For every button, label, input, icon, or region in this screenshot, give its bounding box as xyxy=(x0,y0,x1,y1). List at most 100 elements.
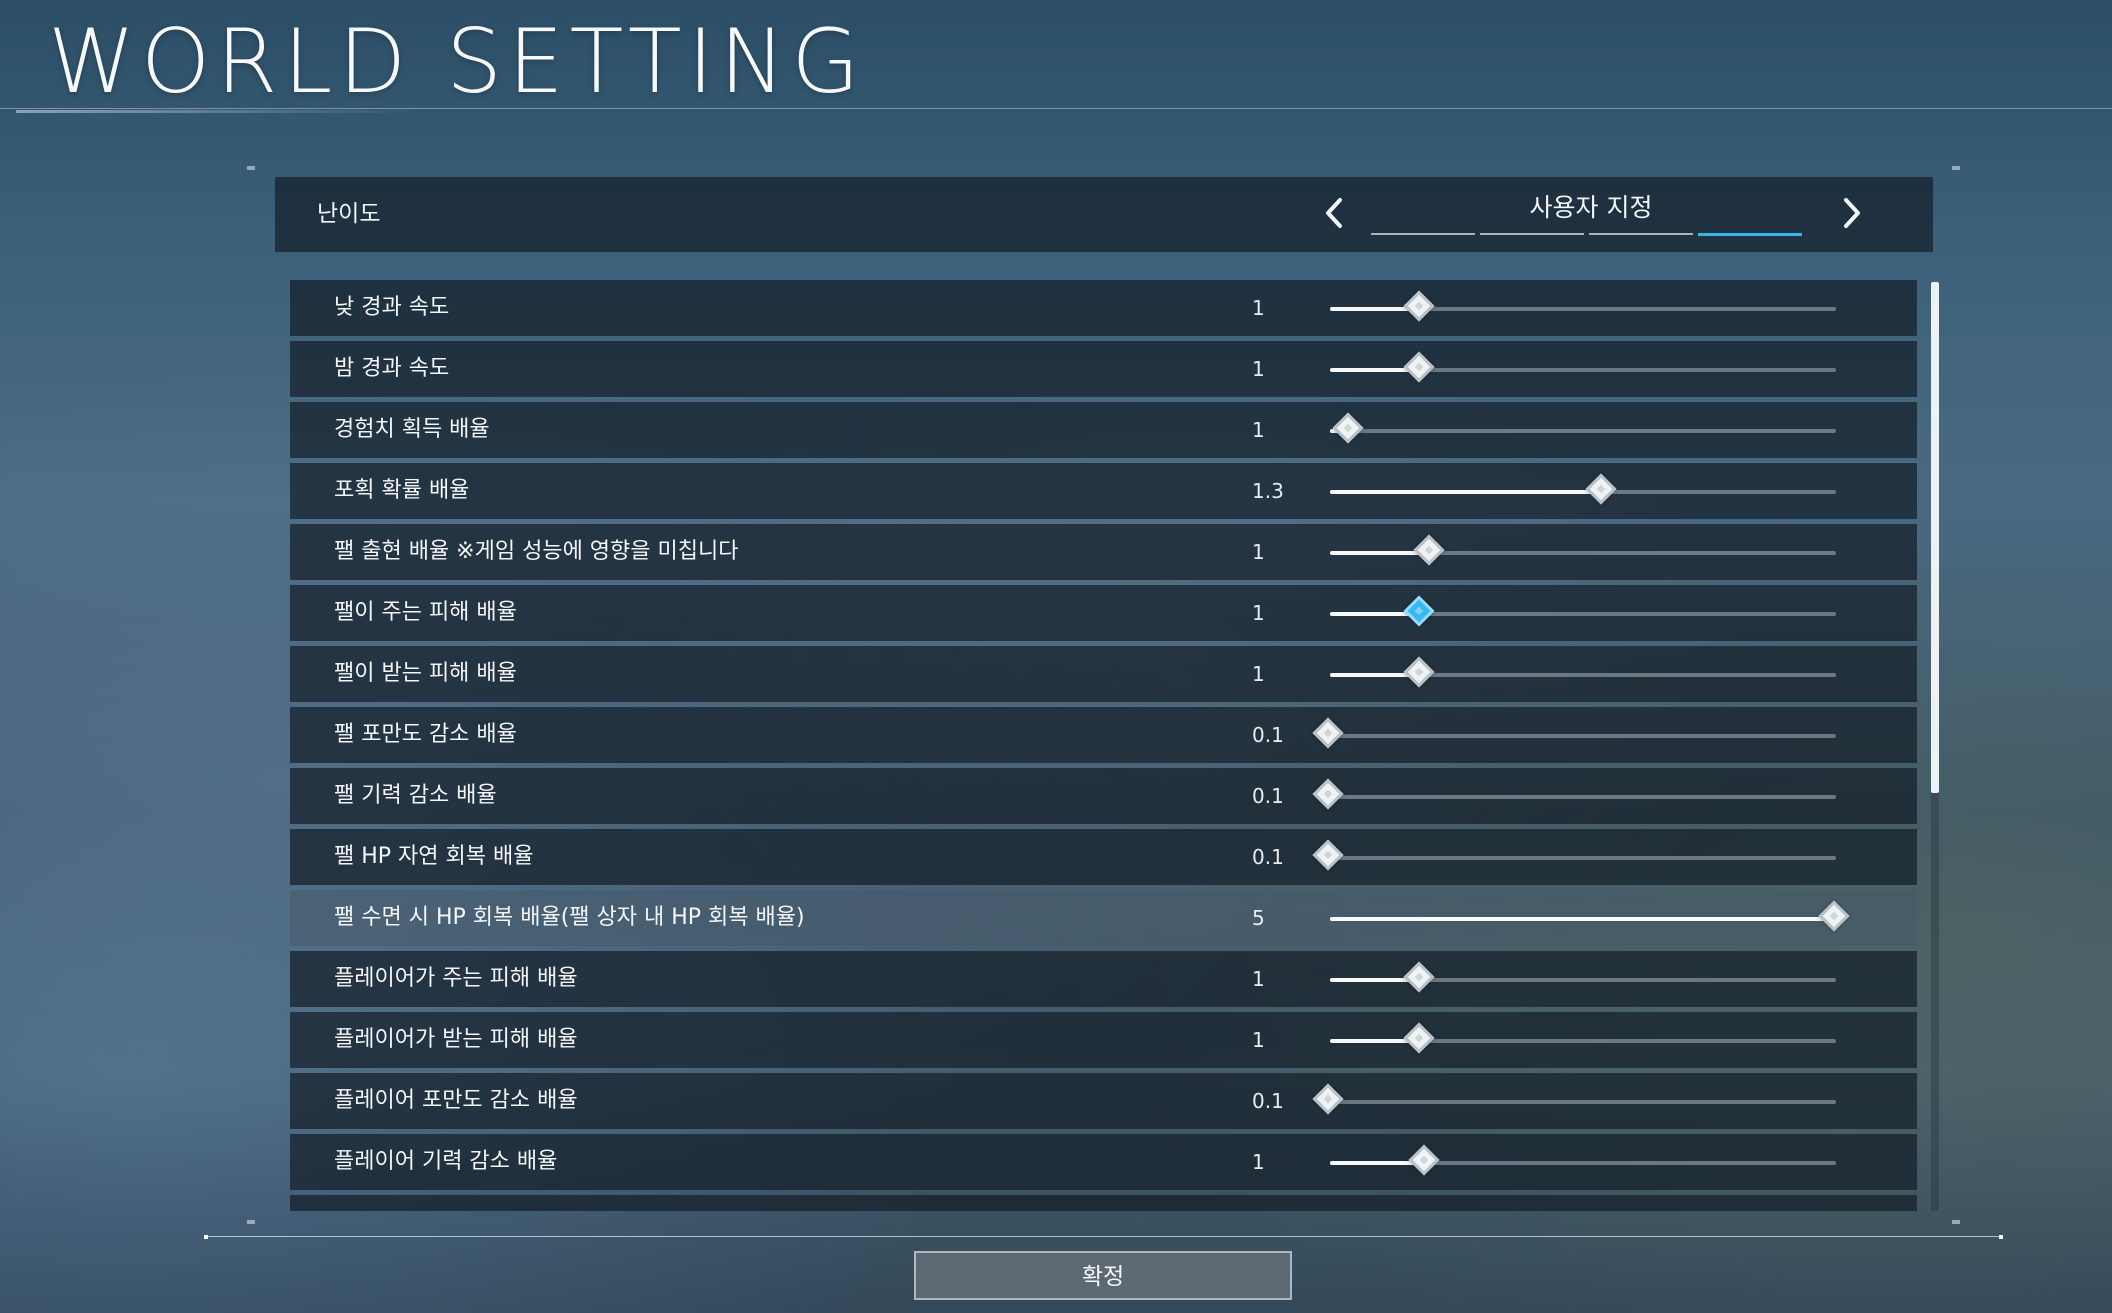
setting-label: 플레이어 포만도 감소 배율 xyxy=(334,1088,578,1113)
setting-slider[interactable] xyxy=(1312,1083,1836,1115)
chevron-left-icon[interactable] xyxy=(1320,195,1348,231)
setting-row: 팰 출현 배율 ※게임 성능에 영향을 미칩니다 1 xyxy=(290,524,1917,580)
setting-slider[interactable] xyxy=(1330,595,1836,627)
setting-row: 밤 경과 속도 1 xyxy=(290,341,1917,397)
setting-slider[interactable] xyxy=(1312,778,1836,810)
footer-divider xyxy=(205,1236,2002,1237)
footer-divider-end-right xyxy=(1999,1235,2003,1239)
setting-slider[interactable] xyxy=(1330,473,1836,505)
setting-value: 1.3 xyxy=(1252,479,1284,503)
setting-row: 플레이어 기력 감소 배율 1 xyxy=(290,1134,1917,1190)
slider-fill xyxy=(1330,490,1604,494)
slider-knob-focused[interactable] xyxy=(1403,595,1435,627)
header-divider-accent xyxy=(16,110,416,113)
slider-knob[interactable] xyxy=(1403,290,1435,322)
scrollbar[interactable] xyxy=(1931,282,1939,1211)
setting-value: 0.1 xyxy=(1252,723,1284,747)
setting-value: 0.1 xyxy=(1252,845,1284,869)
setting-value: 1 xyxy=(1252,1150,1265,1174)
setting-row: 포획 확률 배율 1.3 xyxy=(290,463,1917,519)
setting-value: 1 xyxy=(1252,1028,1265,1052)
slider-knob[interactable] xyxy=(1312,839,1344,871)
difficulty-value: 사용자 지정 xyxy=(1529,193,1653,222)
setting-slider[interactable] xyxy=(1312,839,1836,871)
setting-value: 1 xyxy=(1252,357,1265,381)
slider-knob[interactable] xyxy=(1312,1083,1344,1115)
setting-label: 팰 포만도 감소 배율 xyxy=(334,722,517,747)
chevron-right-icon[interactable] xyxy=(1838,195,1866,231)
setting-value: 0.1 xyxy=(1252,1089,1284,1113)
corner-mark-bottom-right xyxy=(1952,1220,1960,1224)
setting-row: 플레이어가 받는 피해 배율 1 xyxy=(290,1012,1917,1068)
setting-row: 팰 HP 자연 회복 배율 0.1 xyxy=(290,829,1917,885)
slider-knob[interactable] xyxy=(1332,412,1364,444)
setting-row: 낮 경과 속도 1 xyxy=(290,280,1917,336)
page-title: WORLD SETTING xyxy=(48,10,866,113)
setting-label: 팰이 주는 피해 배율 xyxy=(334,600,517,625)
confirm-button[interactable]: 확정 xyxy=(914,1251,1292,1300)
setting-label: 포획 확률 배율 xyxy=(334,478,470,503)
difficulty-segment xyxy=(1589,233,1693,235)
header-divider xyxy=(0,108,2112,109)
slider-knob[interactable] xyxy=(1413,534,1445,566)
difficulty-segment xyxy=(1371,233,1475,235)
setting-label: 경험치 획득 배율 xyxy=(334,417,490,442)
setting-label: 플레이어가 받는 피해 배율 xyxy=(334,1027,578,1052)
setting-slider[interactable] xyxy=(1330,961,1836,993)
slider-knob[interactable] xyxy=(1312,778,1344,810)
setting-row-partial xyxy=(290,1195,1917,1211)
setting-label: 플레이어가 주는 피해 배율 xyxy=(334,966,578,991)
setting-row: 팰 기력 감소 배율 0.1 xyxy=(290,768,1917,824)
setting-row: 경험치 획득 배율 1 xyxy=(290,402,1917,458)
setting-label: 팰 수면 시 HP 회복 배율(팰 상자 내 HP 회복 배율) xyxy=(334,905,805,930)
difficulty-segment xyxy=(1480,233,1584,235)
setting-row-highlighted: 팰 수면 시 HP 회복 배율(팰 상자 내 HP 회복 배율) 5 xyxy=(290,890,1917,946)
setting-row: 팰이 받는 피해 배율 1 xyxy=(290,646,1917,702)
setting-slider[interactable] xyxy=(1330,1022,1836,1054)
difficulty-segment-active xyxy=(1698,233,1802,236)
slider-knob[interactable] xyxy=(1403,1022,1435,1054)
footer-divider-end-left xyxy=(204,1235,208,1239)
setting-row: 팰이 주는 피해 배율 1 xyxy=(290,585,1917,641)
setting-slider[interactable] xyxy=(1330,290,1836,322)
difficulty-label: 난이도 xyxy=(317,201,381,227)
slider-knob[interactable] xyxy=(1403,351,1435,383)
setting-value: 1 xyxy=(1252,662,1265,686)
corner-mark-bottom-left xyxy=(247,1220,255,1224)
slider-knob[interactable] xyxy=(1403,656,1435,688)
setting-label: 팰 HP 자연 회복 배율 xyxy=(334,844,534,869)
setting-slider[interactable] xyxy=(1330,900,1850,932)
setting-slider[interactable] xyxy=(1330,412,1836,444)
slider-knob[interactable] xyxy=(1408,1144,1440,1176)
slider-knob[interactable] xyxy=(1818,900,1850,932)
setting-label: 팰 출현 배율 ※게임 성능에 영향을 미칩니다 xyxy=(334,539,739,564)
setting-label: 플레이어 기력 감소 배율 xyxy=(334,1149,558,1174)
setting-slider[interactable] xyxy=(1330,351,1836,383)
setting-value: 1 xyxy=(1252,967,1265,991)
difficulty-selector: 난이도 사용자 지정 xyxy=(275,177,1933,252)
setting-slider[interactable] xyxy=(1330,534,1836,566)
corner-mark-top-right xyxy=(1952,166,1960,170)
setting-label: 밤 경과 속도 xyxy=(334,356,450,381)
setting-label: 팰이 받는 피해 배율 xyxy=(334,661,517,686)
slider-knob[interactable] xyxy=(1585,473,1617,505)
setting-slider[interactable] xyxy=(1312,717,1836,749)
slider-fill xyxy=(1330,917,1836,921)
corner-mark-top-left xyxy=(247,166,255,170)
setting-value: 0.1 xyxy=(1252,784,1284,808)
slider-knob[interactable] xyxy=(1312,717,1344,749)
setting-value: 1 xyxy=(1252,601,1265,625)
scrollbar-thumb[interactable] xyxy=(1931,282,1939,793)
settings-list: 낮 경과 속도 1 밤 경과 속도 1 경험치 획득 배율 1 포획 확률 배율… xyxy=(290,280,1917,1211)
setting-row: 플레이어 포만도 감소 배율 0.1 xyxy=(290,1073,1917,1129)
setting-slider[interactable] xyxy=(1330,656,1836,688)
setting-slider[interactable] xyxy=(1330,1144,1836,1176)
setting-label: 낮 경과 속도 xyxy=(334,295,450,320)
setting-label: 팰 기력 감소 배율 xyxy=(334,783,497,808)
setting-value: 1 xyxy=(1252,296,1265,320)
slider-knob[interactable] xyxy=(1403,961,1435,993)
setting-row: 팰 포만도 감소 배율 0.1 xyxy=(290,707,1917,763)
setting-value: 5 xyxy=(1252,906,1265,930)
setting-value: 1 xyxy=(1252,418,1265,442)
setting-row: 플레이어가 주는 피해 배율 1 xyxy=(290,951,1917,1007)
